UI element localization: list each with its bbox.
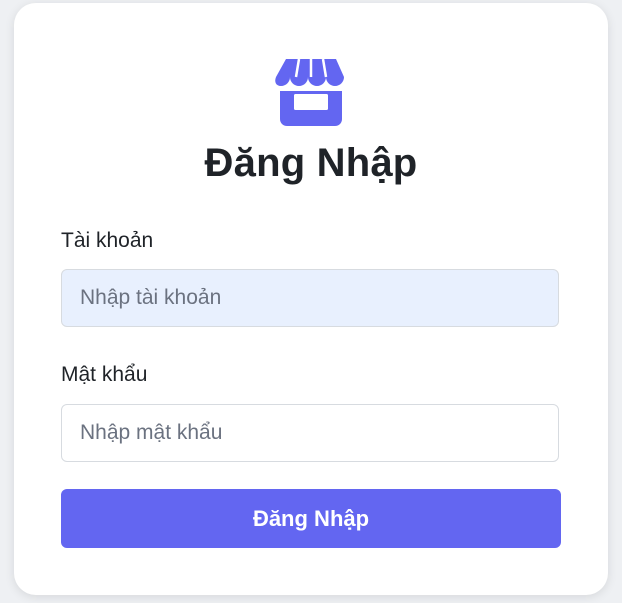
login-button[interactable]: Đăng Nhập [61, 489, 561, 548]
password-input[interactable] [61, 404, 559, 462]
username-input[interactable] [61, 269, 559, 327]
store-icon [275, 58, 344, 126]
login-card: Đăng Nhập Tài khoản Mật khẩu Đăng Nhập [14, 3, 608, 595]
page-title: Đăng Nhập [204, 141, 418, 185]
login-page: Đăng Nhập Tài khoản Mật khẩu Đăng Nhập [0, 0, 622, 603]
username-label: Tài khoản [61, 229, 154, 252]
password-label: Mật khẩu [61, 363, 148, 386]
